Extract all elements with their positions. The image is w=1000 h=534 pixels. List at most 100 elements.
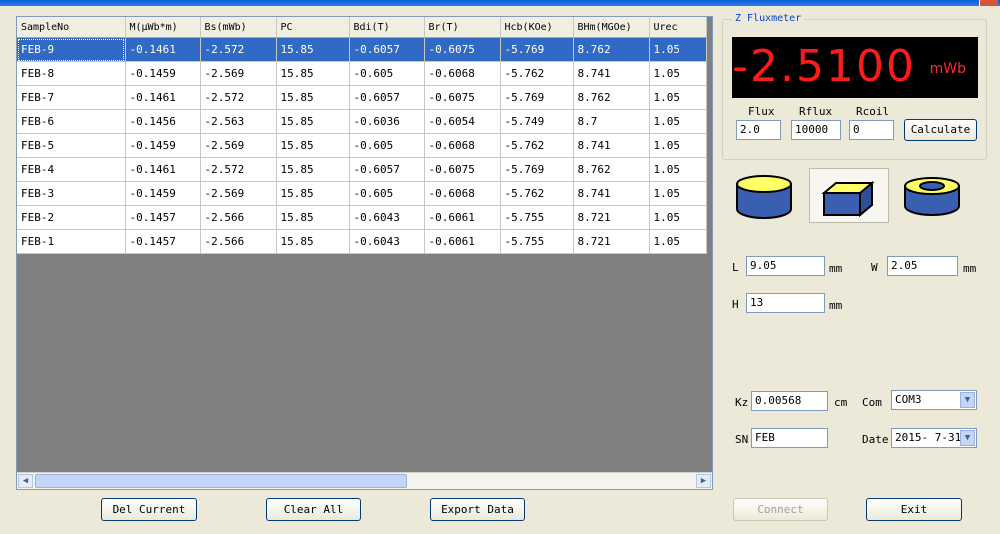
table-cell[interactable]: -5.762 [500, 61, 574, 86]
table-cell[interactable]: 15.85 [276, 133, 350, 158]
table-cell[interactable]: -0.6068 [424, 61, 501, 86]
table-cell[interactable]: 8.7 [573, 109, 650, 134]
table-cell[interactable]: 8.721 [573, 229, 650, 254]
column-header[interactable]: Br(T) [424, 17, 501, 38]
rflux-input[interactable]: 10000 [791, 120, 841, 140]
table-cell[interactable]: 1.05 [649, 133, 707, 158]
table-cell[interactable]: 15.85 [276, 181, 350, 206]
table-cell[interactable]: 15.85 [276, 109, 350, 134]
horizontal-scrollbar[interactable]: ◀ ▶ [17, 472, 712, 489]
l-input[interactable]: 9.05 [746, 256, 825, 276]
table-row[interactable]: FEB-4 -0.1461 -2.572 15.85 -0.6057 -0.6075 -5.… [17, 157, 707, 182]
exit-button[interactable]: Exit [866, 498, 962, 521]
table-row[interactable]: FEB-8 -0.1459 -2.569 15.85 -0.605 -0.6068 -5.7… [17, 61, 707, 86]
table-cell[interactable]: -0.6068 [424, 133, 501, 158]
table-cell[interactable]: -5.769 [500, 85, 574, 110]
del-current-button[interactable]: Del Current [101, 498, 197, 521]
table-cell[interactable]: 8.721 [573, 205, 650, 230]
connect-button[interactable]: Connect [733, 498, 828, 521]
table-cell[interactable]: -0.6075 [424, 85, 501, 110]
table-cell[interactable]: -0.1457 [125, 205, 201, 230]
table-cell[interactable]: -5.749 [500, 109, 574, 134]
chevron-down-icon[interactable]: ▼ [960, 430, 975, 446]
table-row[interactable]: FEB-5 -0.1459 -2.569 15.85 -0.605 -0.6068 -5.7… [17, 133, 707, 158]
table-cell[interactable]: -0.1461 [125, 37, 201, 62]
flux-input[interactable]: 2.0 [736, 120, 781, 140]
table-cell[interactable]: 8.741 [573, 133, 650, 158]
shape-ring-button[interactable] [893, 168, 973, 223]
table-cell[interactable]: FEB-5 [17, 133, 126, 158]
shape-cylinder-button[interactable] [725, 168, 805, 223]
column-header[interactable]: PC [276, 17, 350, 38]
table-row[interactable]: FEB-9 -0.1461 -2.572 15.85 -0.6057 -0.6075 -5.… [17, 37, 707, 62]
table-cell[interactable]: 1.05 [649, 109, 707, 134]
table-cell[interactable]: FEB-3 [17, 181, 126, 206]
column-header[interactable]: Urec [649, 17, 707, 38]
table-cell[interactable]: -0.6075 [424, 37, 501, 62]
table-cell[interactable]: 8.762 [573, 85, 650, 110]
table-cell[interactable]: 1.05 [649, 37, 707, 62]
table-cell[interactable]: 15.85 [276, 205, 350, 230]
column-header[interactable]: BHm(MGOe) [573, 17, 650, 38]
table-cell[interactable]: -5.769 [500, 37, 574, 62]
rcoil-input[interactable]: 0 [849, 120, 894, 140]
clear-all-button[interactable]: Clear All [266, 498, 361, 521]
table-cell[interactable]: 1.05 [649, 181, 707, 206]
table-cell[interactable]: -5.769 [500, 157, 574, 182]
table-cell[interactable]: 8.762 [573, 157, 650, 182]
table-row[interactable]: FEB-6 -0.1456 -2.563 15.85 -0.6036 -0.6054 -5.… [17, 109, 707, 134]
table-cell[interactable]: -2.572 [200, 157, 277, 182]
table-cell[interactable]: -0.6057 [349, 37, 425, 62]
table-cell[interactable]: FEB-9 [17, 37, 126, 62]
table-cell[interactable]: -2.572 [200, 85, 277, 110]
table-cell[interactable]: -0.1461 [125, 85, 201, 110]
table-cell[interactable]: FEB-2 [17, 205, 126, 230]
column-header[interactable]: Bdi(T) [349, 17, 425, 38]
table-cell[interactable]: -0.6057 [349, 85, 425, 110]
table-cell[interactable]: -5.755 [500, 229, 574, 254]
table-cell[interactable]: -5.762 [500, 133, 574, 158]
data-grid[interactable]: SampleNo M(μWb*m) Bs(mWb) PC Bdi(T) Br(T) Hcb(… [16, 16, 713, 490]
table-row[interactable]: FEB-3 -0.1459 -2.569 15.85 -0.605 -0.6068 -5.7… [17, 181, 707, 206]
sn-input[interactable]: FEB [751, 428, 828, 448]
table-row[interactable]: FEB-1 -0.1457 -2.566 15.85 -0.6043 -0.6061 -5.… [17, 229, 707, 254]
kz-input[interactable]: 0.00568 [751, 391, 828, 411]
table-cell[interactable]: -2.563 [200, 109, 277, 134]
table-cell[interactable]: -0.6036 [349, 109, 425, 134]
table-cell[interactable]: -0.6068 [424, 181, 501, 206]
table-cell[interactable]: -2.569 [200, 133, 277, 158]
scroll-left-icon[interactable]: ◀ [18, 474, 33, 488]
table-cell[interactable]: -0.1456 [125, 109, 201, 134]
table-cell[interactable]: -2.566 [200, 205, 277, 230]
table-cell[interactable]: 8.741 [573, 181, 650, 206]
table-row[interactable]: FEB-7 -0.1461 -2.572 15.85 -0.6057 -0.6075 -5.… [17, 85, 707, 110]
table-cell[interactable]: -0.6057 [349, 157, 425, 182]
table-cell[interactable]: -0.1457 [125, 229, 201, 254]
h-input[interactable]: 13 [746, 293, 825, 313]
export-data-button[interactable]: Export Data [430, 498, 525, 521]
com-select[interactable]: COM3 ▼ [891, 390, 977, 410]
table-cell[interactable]: -0.6054 [424, 109, 501, 134]
shape-block-button[interactable] [809, 168, 889, 223]
close-icon[interactable] [979, 0, 998, 6]
table-cell[interactable]: -0.605 [349, 181, 425, 206]
table-cell[interactable]: 15.85 [276, 37, 350, 62]
table-cell[interactable]: 1.05 [649, 61, 707, 86]
table-cell[interactable]: -5.755 [500, 205, 574, 230]
table-cell[interactable]: 1.05 [649, 85, 707, 110]
table-cell[interactable]: -0.6061 [424, 229, 501, 254]
column-header[interactable]: SampleNo [17, 17, 126, 38]
table-cell[interactable]: 1.05 [649, 157, 707, 182]
chevron-down-icon[interactable]: ▼ [960, 392, 975, 408]
scroll-right-icon[interactable]: ▶ [696, 474, 711, 488]
table-cell[interactable]: FEB-1 [17, 229, 126, 254]
table-cell[interactable]: 15.85 [276, 85, 350, 110]
date-picker[interactable]: 2015- 7-31 ▼ [891, 428, 977, 448]
column-header[interactable]: Hcb(KOe) [500, 17, 574, 38]
table-cell[interactable]: -5.762 [500, 181, 574, 206]
table-cell[interactable]: -2.572 [200, 37, 277, 62]
table-cell[interactable]: -0.6043 [349, 205, 425, 230]
table-cell[interactable]: -2.569 [200, 181, 277, 206]
table-cell[interactable]: -0.1459 [125, 61, 201, 86]
table-cell[interactable]: -0.6061 [424, 205, 501, 230]
